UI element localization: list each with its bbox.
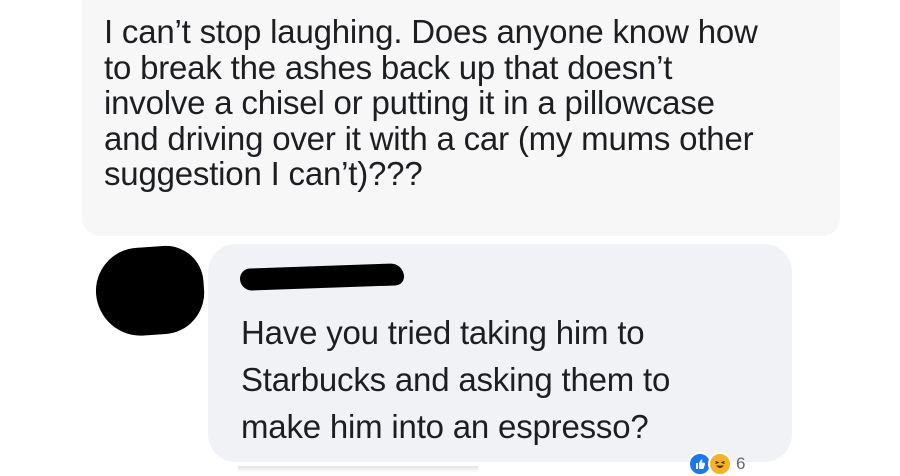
comment-text: Have you tried taking him to Starbucks a…: [241, 309, 781, 450]
reaction-count: 6: [736, 454, 746, 473]
comment-text-line: make him into an espresso?: [241, 408, 649, 445]
post-text-line: I can’t stop laughing. Does anyone know …: [104, 13, 758, 50]
comment-text-line: Have you tried taking him to: [241, 314, 645, 351]
post-text: I can’t stop laughing. Does anyone know …: [104, 14, 834, 192]
post-text-line: suggestion I can’t)???: [104, 155, 423, 192]
post-text-line: to break the ashes back up that doesn’t: [104, 48, 673, 86]
haha-icon: [708, 452, 732, 476]
cutoff-action-row: [238, 466, 478, 473]
post-text-line: involve a chisel or putting it in a pill…: [104, 84, 715, 121]
post-text-line: and driving over it with a car (my mums …: [104, 119, 754, 157]
comment-text-line: Starbucks and asking them to: [241, 361, 671, 398]
avatar-redacted[interactable]: [93, 243, 207, 339]
reaction-summary[interactable]: 6: [688, 452, 745, 476]
